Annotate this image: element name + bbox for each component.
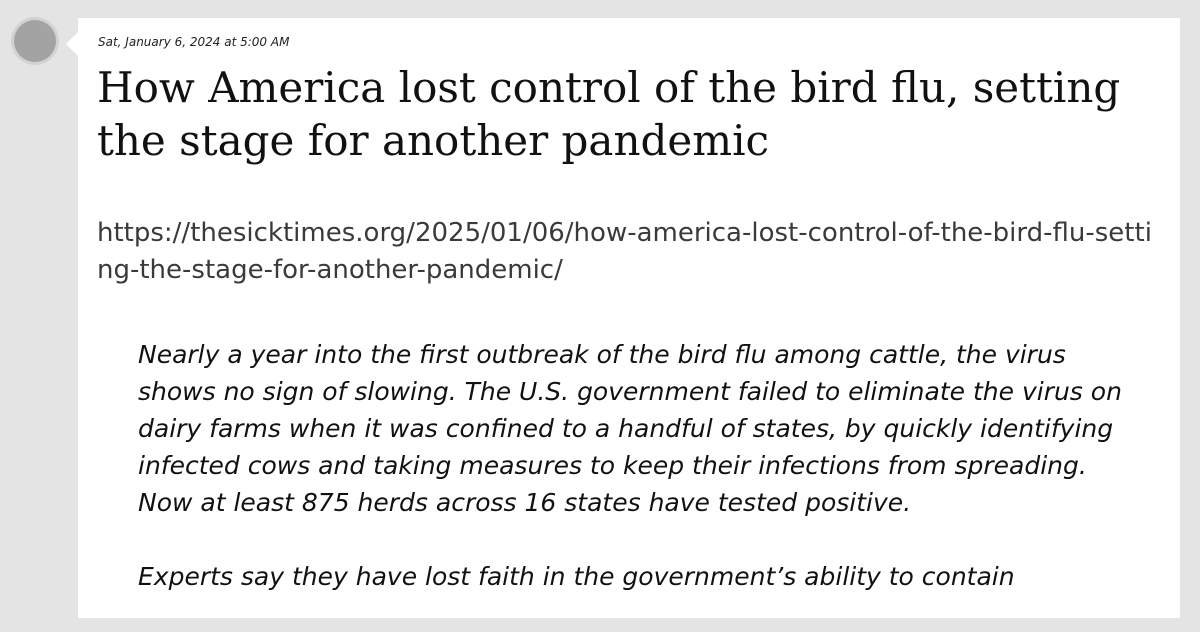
- post-timestamp: Sat, January 6, 2024 at 5:00 AM: [98, 35, 290, 49]
- article-link[interactable]: https://thesicktimes.org/2025/01/06/how-…: [97, 215, 1157, 289]
- card-pointer: [66, 32, 78, 56]
- quote-paragraph: Experts say they have lost faith in the …: [138, 562, 1015, 591]
- article-quote: Nearly a year into the first outbreak of…: [138, 336, 1148, 632]
- avatar[interactable]: [14, 20, 56, 62]
- post-card: Sat, January 6, 2024 at 5:00 AM How Amer…: [66, 18, 1180, 618]
- post-title: How America lost control of the bird flu…: [97, 63, 1121, 165]
- quote-paragraph: Nearly a year into the first outbreak of…: [138, 340, 1122, 517]
